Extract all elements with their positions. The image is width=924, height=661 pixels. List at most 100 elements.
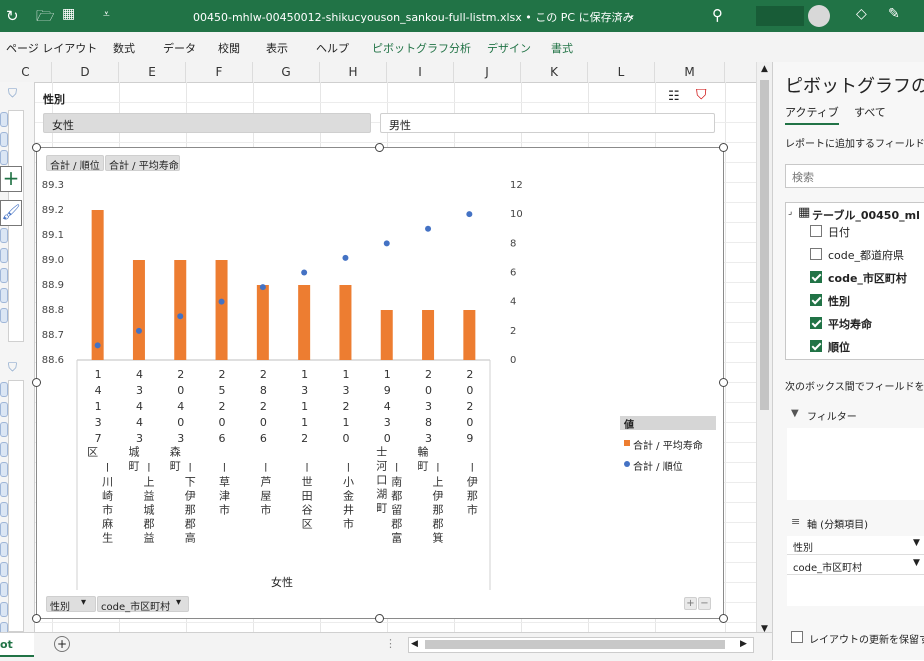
dropdown-icon[interactable]: ▼ (913, 538, 920, 548)
column-header[interactable]: D (52, 62, 119, 82)
field-button-life-expectancy[interactable]: 合計 / 平均寿命 (105, 155, 180, 172)
slicer-item[interactable] (0, 482, 8, 497)
collapse-field-button[interactable]: − (698, 597, 711, 610)
tab-formulas[interactable]: 数式 (113, 40, 135, 56)
axis-area[interactable]: ≡ 軸 (分類項目) 性別 ▼ code_市区町村 ▼ (785, 510, 924, 620)
slicer-item[interactable] (0, 248, 8, 263)
open-folder-icon[interactable]: 🗁 (36, 6, 55, 31)
resize-handle[interactable] (32, 143, 41, 152)
tab-help[interactable]: ヘルプ (316, 40, 349, 56)
slicer-item[interactable] (0, 462, 8, 477)
resize-handle[interactable] (719, 614, 728, 623)
tab-data[interactable]: データ (163, 40, 196, 56)
slicer-item[interactable] (0, 582, 8, 597)
horizontal-scrollbar[interactable]: ◀ ▶ (408, 637, 754, 653)
field-checkbox[interactable] (810, 294, 822, 306)
tab-pivotchart-analyze[interactable]: ピボットグラフ分析 (372, 40, 471, 56)
field-checkbox[interactable] (810, 271, 822, 283)
filters-drop-zone[interactable] (787, 428, 924, 500)
column-header[interactable]: J (454, 62, 521, 82)
diamond-icon[interactable]: ◇ (856, 6, 867, 22)
slicer-item[interactable] (0, 132, 8, 147)
resize-handle[interactable] (719, 378, 728, 387)
redo-icon[interactable]: ↻ (6, 7, 19, 25)
slicer-item[interactable] (0, 442, 8, 457)
field-checkbox[interactable] (810, 225, 822, 237)
scroll-up-icon[interactable]: ▲ (761, 64, 768, 74)
resize-handle[interactable] (375, 614, 384, 623)
tab-active[interactable]: アクティブ (785, 104, 839, 125)
sheet-tab-active[interactable]: ot (0, 633, 34, 657)
horizontal-scroll-thumb[interactable] (425, 640, 725, 649)
slicer-item[interactable] (0, 112, 8, 127)
slicer-item[interactable] (0, 422, 8, 437)
account-name-box[interactable] (756, 6, 804, 26)
slicer-item[interactable] (0, 502, 8, 517)
column-header[interactable]: F (186, 62, 253, 82)
resize-handle[interactable] (32, 378, 41, 387)
save-status-chevron-icon[interactable]: ⌄ (626, 7, 636, 21)
slicer-item[interactable] (0, 542, 8, 557)
slicer-button-female[interactable]: 女性 (43, 113, 371, 133)
filter-dropdown-icon[interactable]: ▾ (176, 597, 181, 608)
column-header[interactable]: G (253, 62, 320, 82)
column-header[interactable]: I (387, 62, 454, 82)
save-status[interactable]: • この PC に保存済み (525, 11, 633, 24)
quick-access-dropdown-icon[interactable]: ⩡ (103, 7, 110, 22)
slicer-item[interactable] (0, 268, 8, 283)
worksheet[interactable]: C D E F G H I J K L M ⛉ + 🖌 ⛉ 性別 ☷ ⛉ 女性 … (0, 62, 773, 661)
tab-design[interactable]: デザイン (487, 40, 531, 56)
resize-handle[interactable] (719, 143, 728, 152)
vertical-scroll-thumb[interactable] (760, 80, 769, 410)
add-icon[interactable]: + (0, 166, 22, 192)
slicer-item[interactable] (0, 402, 8, 417)
column-header[interactable]: M (655, 62, 725, 82)
tab-page-layout[interactable]: ページ レイアウト (6, 40, 97, 56)
filters-area[interactable]: ▼ フィルター (785, 402, 924, 502)
clear-filter-icon[interactable]: ⛉ (8, 86, 17, 101)
brush-icon[interactable]: 🖌 (0, 200, 22, 226)
resize-handle[interactable] (32, 614, 41, 623)
slicer-item[interactable] (0, 228, 8, 243)
field-checkbox[interactable] (810, 248, 822, 260)
scroll-left-icon[interactable]: ◀ (411, 639, 418, 649)
vertical-scrollbar[interactable]: ▲ ▼ (756, 62, 773, 642)
tab-all[interactable]: すべて (854, 104, 886, 120)
slicer-item[interactable] (0, 308, 8, 323)
tab-review[interactable]: 校閲 (218, 40, 240, 56)
field-button-municipality-code[interactable]: code_市区町村 ▾ (97, 596, 189, 613)
expand-field-button[interactable]: + (684, 597, 697, 610)
multi-select-icon[interactable]: ☷ (668, 89, 680, 104)
column-header[interactable]: L (588, 62, 655, 82)
field-search-input[interactable]: 検索 (785, 164, 924, 188)
table-icon[interactable]: ▦ (62, 6, 75, 22)
tab-view[interactable]: 表示 (266, 40, 288, 56)
column-header[interactable]: E (119, 62, 186, 82)
field-button-rank[interactable]: 合計 / 順位 (46, 155, 104, 172)
slicer-item[interactable] (0, 602, 8, 617)
column-header[interactable]: K (521, 62, 588, 82)
resize-handle[interactable] (375, 143, 384, 152)
column-header[interactable]: C (0, 62, 52, 82)
avatar[interactable] (808, 5, 830, 27)
filter-dropdown-icon[interactable]: ▾ (81, 597, 86, 608)
collapse-icon[interactable]: ⌟ (788, 207, 792, 217)
slicer-scrollbar[interactable] (8, 110, 24, 342)
slicer-scrollbar[interactable] (8, 380, 24, 632)
column-header[interactable]: H (320, 62, 387, 82)
pen-icon[interactable]: ✎ (888, 6, 900, 22)
pivot-chart[interactable]: 88.6 88.7 88.8 88.9 89.0 89.1 89.2 89.3 0 2 4 6 8 10 1… (36, 147, 724, 619)
slicer-item[interactable] (0, 382, 8, 397)
field-button-gender[interactable]: 性別 ▾ (46, 596, 96, 613)
field-checkbox[interactable] (810, 340, 822, 352)
defer-update-checkbox[interactable] (791, 631, 803, 643)
dropdown-icon[interactable]: ▼ (913, 558, 920, 568)
field-checkbox[interactable] (810, 317, 822, 329)
axis-item-municipality-code[interactable]: code_市区町村 ▼ (787, 556, 924, 575)
slicer-item[interactable] (0, 288, 8, 303)
axis-item-gender[interactable]: 性別 ▼ (787, 536, 924, 555)
tab-format[interactable]: 書式 (551, 40, 573, 56)
slicer-item[interactable] (0, 522, 8, 537)
clear-filter-icon[interactable]: ⛉ (8, 360, 17, 375)
tab-scroll-separator[interactable]: ⋮ (385, 637, 396, 650)
